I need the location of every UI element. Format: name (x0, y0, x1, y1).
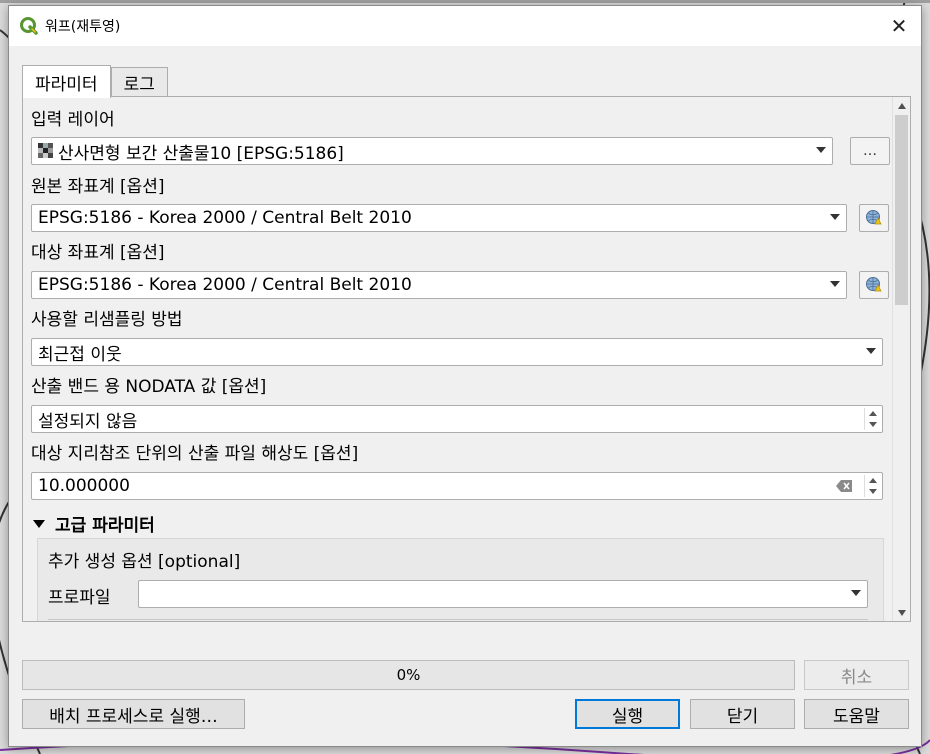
raster-layer-icon (38, 143, 53, 158)
spin-down-icon (868, 422, 877, 427)
parameters-scrollbar[interactable] (892, 97, 910, 621)
resampling-label: 사용할 리샘플링 방법 (31, 310, 183, 330)
source-crs-value: EPSG:5186 - Korea 2000 / Central Belt 20… (38, 208, 412, 228)
scroll-up-icon (897, 102, 906, 109)
advanced-parameters-group: 추가 생성 옵션 [optional] 프로파일 (37, 538, 884, 621)
target-crs-combo[interactable]: EPSG:5186 - Korea 2000 / Central Belt 20… (31, 271, 847, 299)
globe-crs-icon (866, 277, 882, 292)
input-layer-combo[interactable]: 산사면형 보간 산출물10 [EPSG:5186] (31, 137, 833, 165)
close-window-button[interactable]: ✕ (877, 6, 921, 46)
chevron-down-icon (816, 147, 826, 153)
spin-arrows[interactable] (864, 475, 880, 497)
input-layer-label: 입력 레이어 (31, 110, 115, 130)
resolution-label: 대상 지리참조 단위의 산출 파일 해상도 [옵션] (31, 444, 359, 464)
parameters-panel: 입력 레이어 산사면형 보간 산출물10 [EPSG:5186] … 원본 좌표… (22, 96, 911, 622)
target-crs-value: EPSG:5186 - Korea 2000 / Central Belt 20… (38, 275, 412, 295)
progress-text: 0% (396, 666, 421, 684)
chevron-down-icon (830, 281, 840, 287)
globe-crs-icon (866, 210, 882, 225)
spin-arrows[interactable] (864, 408, 880, 430)
nodata-spinbox[interactable]: 설정되지 않음 (31, 405, 883, 433)
divider (48, 619, 868, 620)
title-bar: 워프(재투영) ✕ (9, 6, 921, 46)
scroll-down-button[interactable] (893, 604, 910, 621)
source-crs-select-button[interactable] (859, 204, 889, 232)
spin-up-icon (868, 478, 877, 483)
chevron-down-icon (851, 590, 861, 596)
advanced-parameters-toggle[interactable]: 고급 파라미터 (33, 511, 155, 536)
scroll-down-icon (897, 609, 906, 616)
close-button[interactable]: 닫기 (690, 699, 795, 729)
chevron-down-icon (830, 214, 840, 220)
input-layer-value: 산사면형 보간 산출물10 [EPSG:5186] (58, 143, 344, 164)
resolution-value: 10.000000 (38, 476, 130, 496)
warp-dialog: 워프(재투영) ✕ 파라미터 로그 입력 레이어 산사면형 보간 산출물10 [… (8, 5, 922, 747)
tab-bar: 파라미터 로그 (22, 65, 168, 98)
resampling-combo[interactable]: 최근접 이웃 (31, 338, 883, 366)
source-crs-combo[interactable]: EPSG:5186 - Korea 2000 / Central Belt 20… (31, 204, 847, 232)
spin-up-icon (868, 411, 877, 416)
cancel-button[interactable]: 취소 (804, 660, 909, 690)
target-crs-label: 대상 좌표계 [옵션] (31, 243, 165, 263)
qgis-logo-icon (20, 17, 38, 35)
scrollbar-thumb[interactable] (895, 115, 908, 305)
chevron-down-icon (866, 348, 876, 354)
progress-bar: 0% (22, 660, 795, 690)
clear-input-icon[interactable] (836, 480, 852, 492)
source-crs-label: 원본 좌표계 [옵션] (31, 177, 165, 197)
advanced-parameters-header: 고급 파라미터 (55, 516, 155, 536)
profile-label: 프로파일 (48, 588, 111, 608)
batch-process-button[interactable]: 배치 프로세스로 실행… (22, 699, 245, 729)
resampling-value: 최근접 이웃 (38, 344, 122, 365)
extra-options-label: 추가 생성 옵션 [optional] (48, 552, 241, 572)
tab-log[interactable]: 로그 (110, 67, 168, 97)
nodata-value: 설정되지 않음 (38, 411, 138, 432)
collapse-triangle-icon (33, 519, 45, 528)
target-crs-select-button[interactable] (859, 271, 889, 299)
window-title: 워프(재투영) (45, 19, 121, 35)
tab-parameters[interactable]: 파라미터 (22, 65, 111, 98)
resolution-spinbox[interactable]: 10.000000 (31, 472, 883, 500)
run-button[interactable]: 실행 (575, 699, 680, 729)
scroll-up-button[interactable] (893, 97, 910, 114)
profile-combo[interactable] (138, 580, 868, 608)
browse-layer-button[interactable]: … (850, 137, 890, 165)
help-button[interactable]: 도움말 (804, 699, 909, 729)
spin-down-icon (868, 489, 877, 494)
nodata-label: 산출 밴드 용 NODATA 값 [옵션] (31, 377, 267, 397)
